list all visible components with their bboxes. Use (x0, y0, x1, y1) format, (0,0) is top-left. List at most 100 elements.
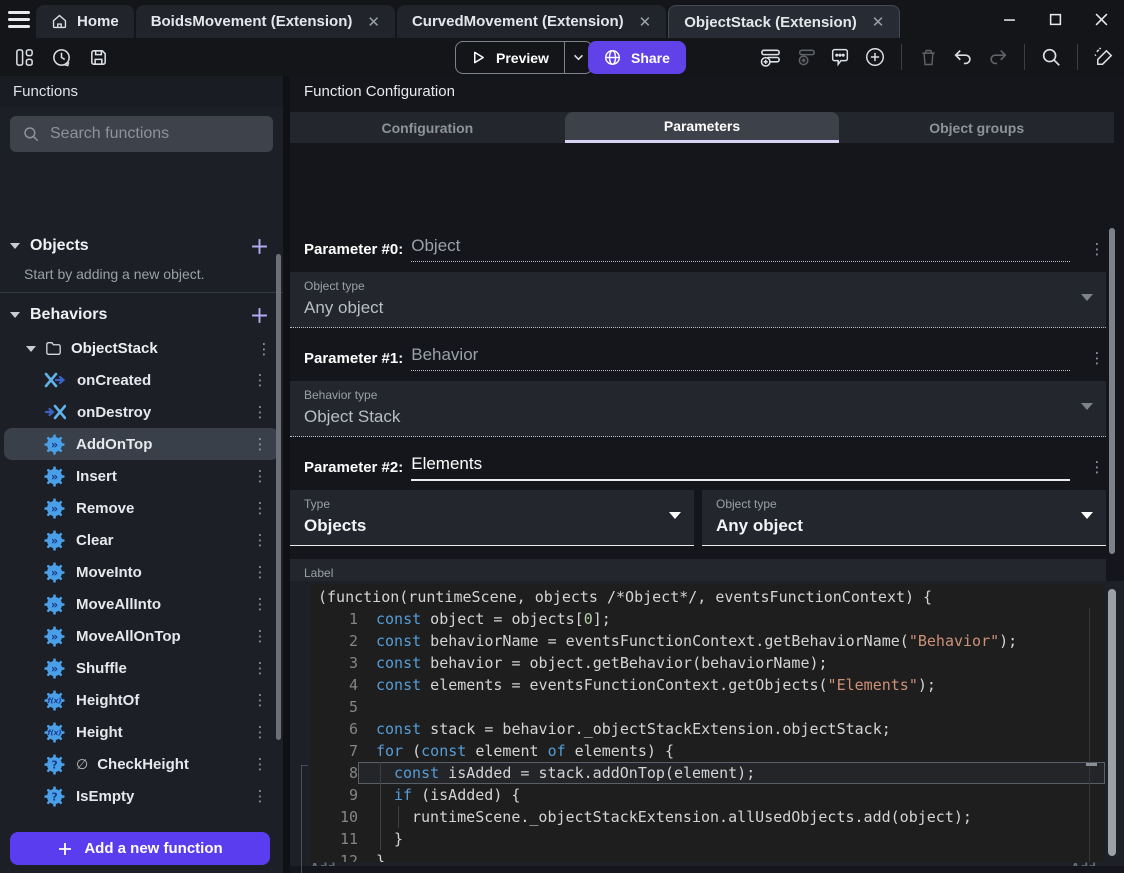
delete-icon[interactable] (916, 45, 940, 69)
parameter-0-object-type-select[interactable]: Object type Any object (290, 272, 1106, 328)
add-icon[interactable] (250, 306, 269, 325)
function-item-isempty[interactable]: ? IsEmpty ⋮ (4, 780, 279, 812)
add-new-function-button[interactable]: Add a new function (10, 832, 270, 865)
row-menu-icon[interactable]: ⋮ (251, 371, 269, 389)
history-icon[interactable] (49, 45, 73, 69)
function-item-moveallontop[interactable]: » MoveAllOnTop ⋮ (4, 620, 279, 652)
search-icon[interactable] (1039, 45, 1063, 69)
row-menu-icon[interactable]: ⋮ (251, 787, 269, 805)
function-item-checkheight[interactable]: ? ∅ CheckHeight ⋮ (4, 748, 279, 780)
parameter-2-menu-icon[interactable]: ⋮ (1088, 458, 1106, 476)
function-item-height[interactable]: f(x) Height ⋮ (4, 716, 279, 748)
function-item-heightof[interactable]: f(x) HeightOf ⋮ (4, 684, 279, 716)
row-menu-icon[interactable]: ⋮ (251, 659, 269, 677)
code-line-11[interactable]: 11} (310, 828, 1105, 850)
code-line-5[interactable]: 5 (310, 696, 1105, 718)
play-icon (471, 50, 486, 65)
row-menu-icon[interactable]: ⋮ (251, 691, 269, 709)
row-menu-icon[interactable]: ⋮ (251, 435, 269, 453)
add-event-icon[interactable] (758, 45, 782, 69)
edit-properties-icon[interactable] (1092, 45, 1116, 69)
tab-configuration[interactable]: Configuration (290, 112, 565, 143)
function-item-moveallinto[interactable]: » MoveAllInto ⋮ (4, 588, 279, 620)
save-icon[interactable] (86, 45, 110, 69)
row-menu-icon[interactable]: ⋮ (251, 755, 269, 773)
tab-parameters[interactable]: Parameters (564, 112, 840, 143)
code-line-4[interactable]: 4 const elements = eventsFunctionContext.… (310, 674, 1105, 696)
function-label: IsEmpty (76, 787, 135, 805)
row-menu-icon[interactable]: ⋮ (251, 403, 269, 421)
tab-boidsmovement[interactable]: BoidsMovement (Extension) ✕ (135, 5, 395, 38)
function-item-remove[interactable]: » Remove ⋮ (4, 492, 279, 524)
sidebar-scrollbar[interactable] (276, 254, 281, 740)
events-scrollbar[interactable] (1108, 589, 1116, 856)
parameter-0-name-input[interactable]: Object (411, 236, 1070, 262)
parameter-2-name-input[interactable]: Elements (411, 454, 1070, 481)
add-circle-icon[interactable] (863, 45, 887, 69)
undo-icon[interactable] (951, 45, 975, 69)
code-line-8[interactable]: 8 const isAdded = stack.addOnTop(element)… (310, 762, 1105, 784)
sidebar-section-functions[interactable]: Functions (0, 812, 283, 821)
sidebar-section-behaviors[interactable]: Behaviors (0, 297, 283, 333)
row-menu-icon[interactable]: ⋮ (251, 595, 269, 613)
tab-close-icon[interactable]: ✕ (639, 13, 652, 31)
code-line-10[interactable]: 10 runtimeScene._objectStackExtension.all… (310, 806, 1105, 828)
preview-button-group: Preview (455, 41, 593, 74)
function-item-moveinto[interactable]: » MoveInto ⋮ (4, 556, 279, 588)
tab-curvedmovement[interactable]: CurvedMovement (Extension) ✕ (396, 5, 667, 38)
function-item-shuffle[interactable]: » Shuffle ⋮ (4, 652, 279, 684)
row-menu-icon[interactable]: ⋮ (251, 467, 269, 485)
maximize-button[interactable] (1032, 0, 1078, 38)
parameters-scrollbar[interactable] (1109, 228, 1115, 554)
code-line-6[interactable]: 6 const stack = behavior._objectStackExte… (310, 718, 1105, 740)
row-menu-icon[interactable]: ⋮ (251, 723, 269, 741)
minimize-button[interactable] (986, 0, 1032, 38)
function-item-clear[interactable]: » Clear ⋮ (4, 524, 279, 556)
function-item-ondestroy[interactable]: onDestroy ⋮ (4, 396, 279, 428)
expand-triangle-icon[interactable] (26, 345, 36, 352)
code-line-1[interactable]: 1 const object = objects[0]; (310, 608, 1105, 630)
code-line-7[interactable]: 7 for (const element of elements) { (310, 740, 1105, 762)
code-line-3[interactable]: 3 const behavior = object.getBehavior(beh… (310, 652, 1105, 674)
close-button[interactable] (1078, 0, 1124, 38)
code-line-12[interactable]: 12} (310, 850, 1105, 862)
function-item-insert[interactable]: » Insert ⋮ (4, 460, 279, 492)
expand-triangle-icon[interactable] (10, 312, 20, 318)
row-menu-icon[interactable]: ⋮ (255, 340, 273, 358)
svg-text:f(x): f(x) (48, 729, 62, 737)
row-menu-icon[interactable]: ⋮ (251, 499, 269, 517)
row-menu-icon[interactable]: ⋮ (251, 627, 269, 645)
behavior-group-objectstack[interactable]: ObjectStack ⋮ (0, 333, 283, 364)
add-comment-icon[interactable] (828, 45, 852, 69)
main-menu-icon[interactable] (8, 7, 34, 31)
parameter-1-name-input[interactable]: Behavior (411, 345, 1070, 371)
row-menu-icon[interactable]: ⋮ (251, 531, 269, 549)
function-item-addontop[interactable]: » AddOnTop ⋮ (4, 428, 279, 460)
sidebar-section-objects[interactable]: Objects (0, 228, 283, 264)
add-icon[interactable] (250, 821, 269, 822)
tab-close-icon[interactable]: ✕ (872, 13, 885, 31)
parameter-1-behavior-type-select[interactable]: Behavior type Object Stack (290, 381, 1106, 437)
function-item-oncreated[interactable]: onCreated ⋮ (4, 364, 279, 396)
add-icon[interactable] (250, 237, 269, 256)
add-subevent-icon[interactable] (793, 45, 817, 69)
search-functions-input[interactable]: Search functions (10, 116, 273, 152)
expand-triangle-icon[interactable] (10, 243, 20, 249)
parameter-0-row: Parameter #0: Object ⋮ (304, 232, 1106, 266)
parameter-1-menu-icon[interactable]: ⋮ (1088, 349, 1106, 367)
tab-objectstack[interactable]: ObjectStack (Extension) ✕ (668, 5, 901, 38)
open-project-manager-icon[interactable] (12, 45, 36, 69)
row-menu-icon[interactable]: ⋮ (251, 563, 269, 581)
redo-icon[interactable] (986, 45, 1010, 69)
javascript-code-editor[interactable]: (function(runtimeScene, objects /*Object… (310, 584, 1105, 862)
share-button[interactable]: Share (588, 41, 686, 74)
code-line-2[interactable]: 2 const behaviorName = eventsFunctionCont… (310, 630, 1105, 652)
parameter-2-type-select[interactable]: Type Objects (290, 490, 694, 546)
tab-close-icon[interactable]: ✕ (367, 13, 380, 31)
parameter-0-menu-icon[interactable]: ⋮ (1088, 240, 1106, 258)
tab-object-groups[interactable]: Object groups (839, 112, 1114, 143)
code-line-9[interactable]: 9 if (isAdded) { (310, 784, 1105, 806)
parameter-2-object-type-select[interactable]: Object type Any object (702, 490, 1106, 546)
preview-button[interactable]: Preview (456, 50, 564, 66)
tab-home[interactable]: Home (36, 5, 134, 38)
